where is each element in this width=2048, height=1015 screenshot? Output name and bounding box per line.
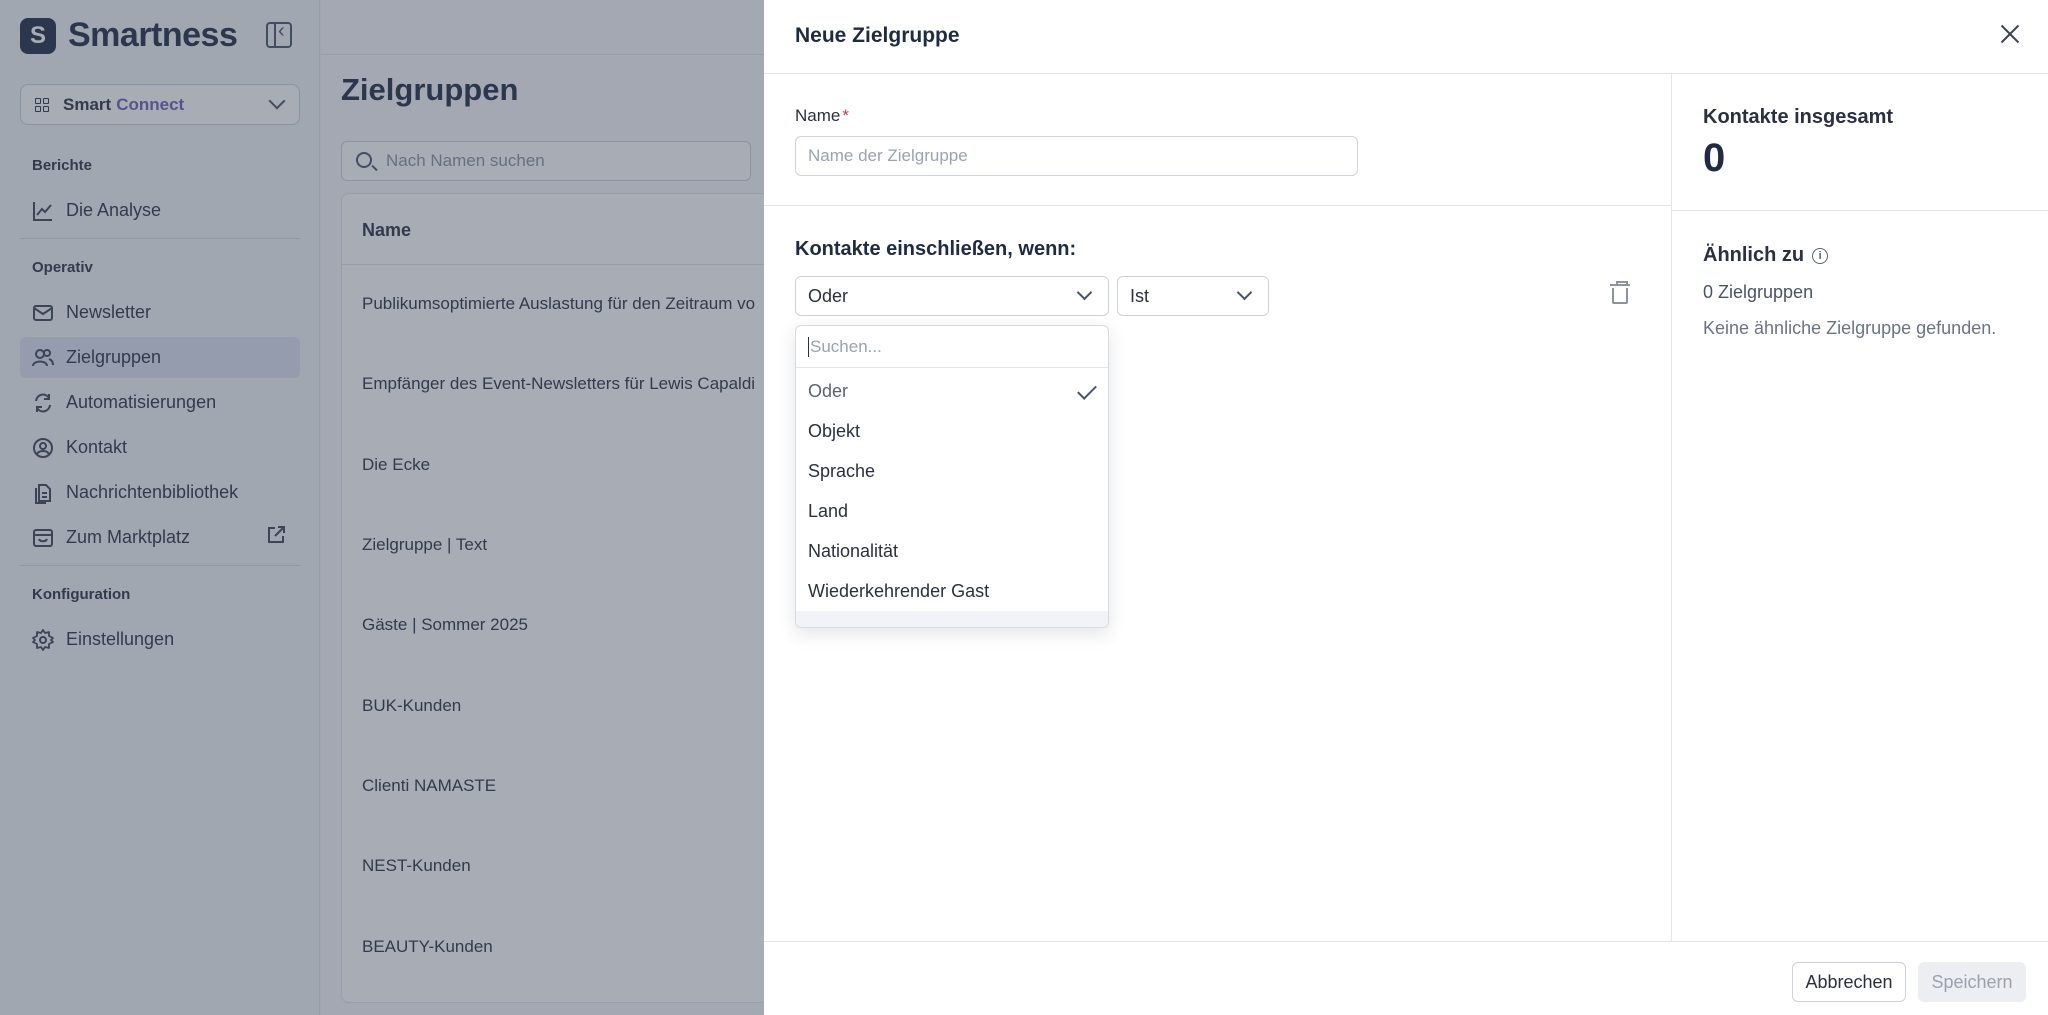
trash-icon[interactable]: [1610, 281, 1630, 304]
chevron-down-icon: [1076, 284, 1093, 301]
divider: [764, 205, 1672, 206]
option-label: Nationalität: [808, 540, 899, 561]
dropdown-option-partial[interactable]: [796, 611, 1108, 627]
option-label: Land: [808, 500, 849, 521]
chevron-down-icon: [1236, 284, 1253, 301]
total-contacts-label: Kontakte insgesamt: [1703, 106, 1894, 128]
modal-backdrop[interactable]: [0, 0, 764, 1015]
info-icon[interactable]: i: [1812, 247, 1829, 264]
dropdown-search-input[interactable]: Suchen...: [796, 326, 1108, 368]
dropdown-option[interactable]: Land: [796, 491, 1108, 531]
audience-form: Name* Kontakte einschließen, wenn: Oder …: [764, 74, 1672, 942]
dropdown-search-placeholder: Suchen...: [810, 336, 882, 356]
rule-field-dropdown: Suchen... Oder Objekt Sprache Land Natio…: [795, 325, 1109, 628]
dropdown-option[interactable]: Sprache: [796, 451, 1108, 491]
cancel-button[interactable]: Abbrechen: [1792, 962, 1906, 1002]
option-label: Oder: [808, 380, 849, 401]
check-icon: [1077, 380, 1097, 400]
audience-summary: Kontakte insgesamt 0 Ähnlich zu i 0 Ziel…: [1672, 74, 2048, 942]
dropdown-option[interactable]: Objekt: [796, 411, 1108, 451]
name-field-label: Name *: [795, 106, 849, 126]
rules-title: Kontakte einschließen, wenn:: [795, 238, 1077, 260]
drawer-title: Neue Zielgruppe: [795, 24, 960, 47]
similar-empty-state: Keine ähnliche Zielgruppe gefunden.: [1703, 318, 1997, 338]
dropdown-option[interactable]: Wiederkehrender Gast: [796, 571, 1108, 611]
option-label: Sprache: [808, 460, 876, 481]
similar-count: 0 Zielgruppen: [1703, 282, 1814, 302]
option-label: Objekt: [808, 420, 861, 441]
total-contacts-value: 0: [1703, 136, 1726, 180]
divider: [1672, 210, 2048, 211]
dropdown-option[interactable]: Nationalität: [796, 531, 1108, 571]
new-audience-drawer: Neue Zielgruppe Name* Kontakte einschlie…: [764, 0, 2048, 1015]
drawer-header: Neue Zielgruppe: [764, 0, 2048, 74]
drawer-footer: Abbrechen Speichern: [764, 941, 2048, 1015]
rule-field-value: Oder: [808, 285, 849, 306]
rule-operator-value: Ist: [1130, 285, 1150, 306]
similar-title: Ähnlich zu i: [1703, 244, 1829, 267]
rule-field-select[interactable]: Oder: [795, 276, 1109, 316]
rule-operator-select[interactable]: Ist: [1117, 276, 1269, 316]
close-icon[interactable]: [1998, 22, 2022, 46]
name-label-text: Name: [795, 106, 841, 125]
dropdown-option[interactable]: Oder: [796, 371, 1108, 411]
save-button[interactable]: Speichern: [1918, 962, 2026, 1002]
option-label: Wiederkehrender Gast: [808, 580, 990, 601]
required-marker: *: [842, 106, 849, 125]
similar-title-text: Ähnlich zu: [1703, 244, 1805, 266]
audience-name-input[interactable]: [795, 136, 1358, 176]
